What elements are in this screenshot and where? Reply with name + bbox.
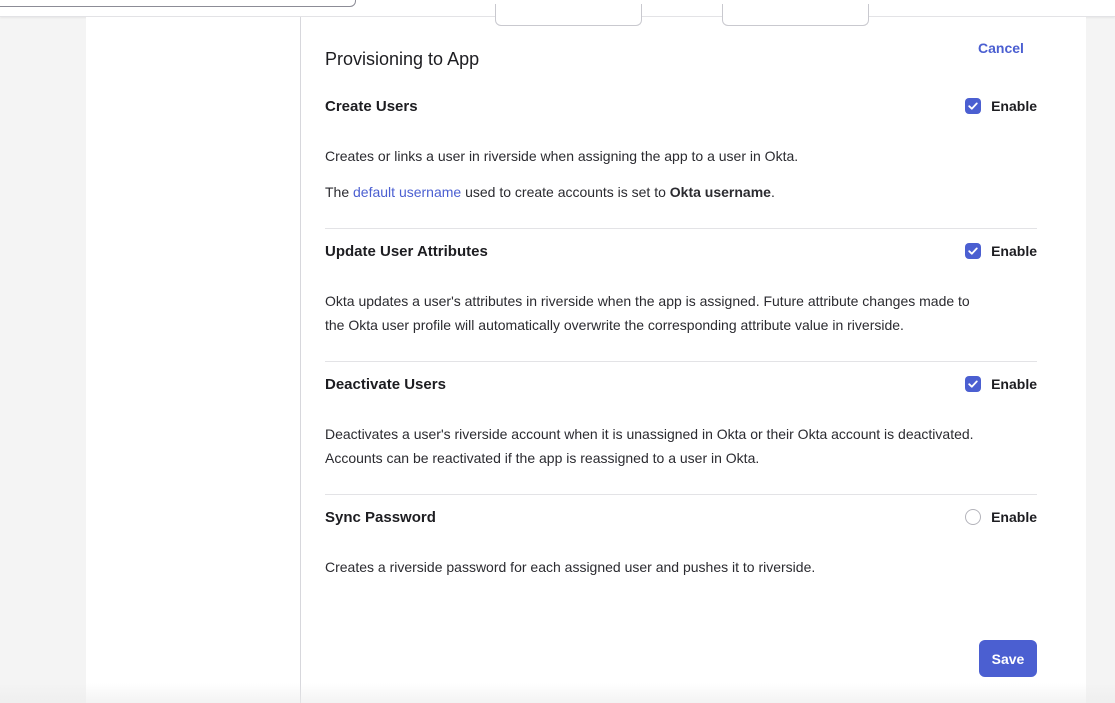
- enable-label: Enable: [991, 376, 1037, 392]
- feature-description: Creates or links a user in riverside whe…: [325, 148, 799, 164]
- feature-create-users: Create Users Enable Creates or links a u…: [325, 98, 1037, 200]
- feature-sync-password: Sync Password Enable Creates a riverside…: [325, 509, 1037, 575]
- sidebar-divider: [300, 17, 301, 703]
- feature-description: Deactivates a user's riverside account w…: [325, 426, 974, 442]
- enable-label: Enable: [991, 243, 1037, 259]
- feature-description-line2: Accounts can be reactivated if the app i…: [325, 450, 760, 466]
- enable-label: Enable: [991, 509, 1037, 525]
- feature-title: Update User Attributes: [325, 243, 488, 260]
- bottom-shadow: [0, 683, 1115, 703]
- default-username-link[interactable]: default username: [353, 184, 461, 200]
- feature-title: Deactivate Users: [325, 376, 446, 393]
- feature-description: Creates a riverside password for each as…: [325, 559, 816, 575]
- enable-toggle[interactable]: Enable: [965, 98, 1037, 114]
- section-divider: [325, 494, 1037, 495]
- checkbox-checked-icon[interactable]: [965, 98, 982, 114]
- cancel-link[interactable]: Cancel: [978, 40, 1024, 56]
- section-divider: [325, 228, 1037, 229]
- tab-stub-right[interactable]: [722, 4, 869, 26]
- enable-toggle[interactable]: Enable: [965, 509, 1037, 525]
- section-divider: [325, 361, 1037, 362]
- content-panel: [86, 17, 1086, 703]
- enable-toggle[interactable]: Enable: [965, 376, 1037, 392]
- enable-label: Enable: [991, 98, 1037, 114]
- enable-toggle[interactable]: Enable: [965, 243, 1037, 259]
- search-input[interactable]: [0, 0, 356, 7]
- feature-description: Okta updates a user's attributes in rive…: [325, 293, 970, 309]
- feature-description-username: The default username used to create acco…: [325, 180, 775, 204]
- desc-text: used to create accounts is set to: [461, 184, 670, 200]
- feature-title: Sync Password: [325, 509, 436, 526]
- checkbox-checked-icon[interactable]: [965, 243, 982, 259]
- save-button[interactable]: Save: [979, 640, 1037, 677]
- feature-update-user-attributes: Update User Attributes Enable Okta updat…: [325, 243, 1037, 333]
- checkbox-checked-icon[interactable]: [965, 376, 982, 392]
- feature-deactivate-users: Deactivate Users Enable Deactivates a us…: [325, 376, 1037, 466]
- checkbox-unchecked-icon[interactable]: [965, 509, 982, 525]
- feature-description-line2: the Okta user profile will automatically…: [325, 317, 904, 333]
- okta-username-value: Okta username: [669, 184, 771, 200]
- desc-text: .: [770, 184, 775, 200]
- desc-text: The: [325, 184, 354, 200]
- tab-stub-left[interactable]: [495, 4, 642, 26]
- feature-title: Create Users: [325, 98, 418, 115]
- section-title: Provisioning to App: [325, 49, 480, 69]
